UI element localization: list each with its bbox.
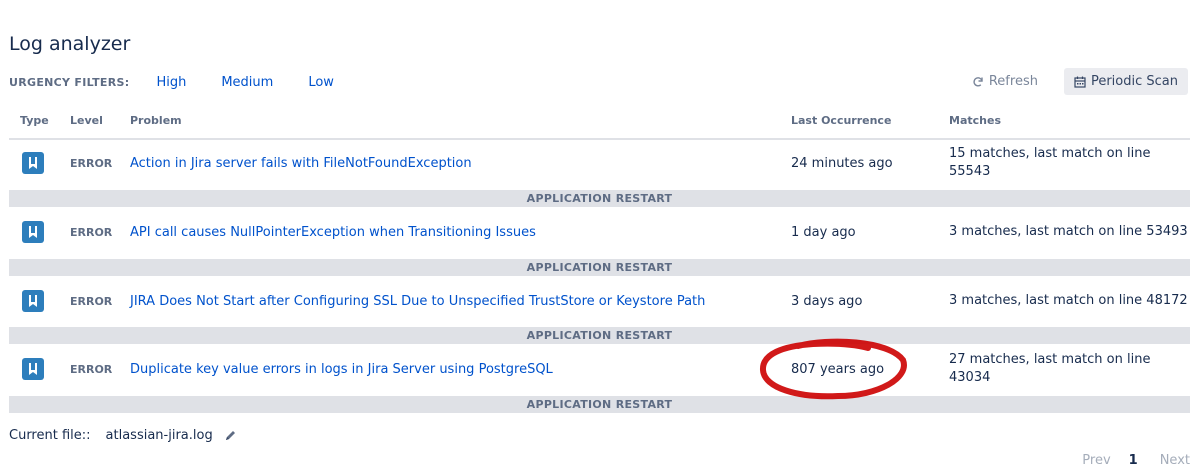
matches-info: 15 matches, last match on line 55543 (949, 146, 1151, 179)
current-file: Current file:: atlassian-jira.log (9, 428, 237, 443)
knowledge-base-icon (22, 206, 44, 258)
level-badge: ERROR (70, 294, 113, 308)
prev-page-button[interactable]: Prev (1082, 453, 1110, 468)
col-matches: Matches (949, 114, 1001, 127)
knowledge-base-icon (22, 137, 44, 189)
page-title: Log analyzer (9, 33, 131, 55)
filter-low[interactable]: Low (308, 75, 334, 90)
problem-link[interactable]: Action in Jira server fails with FileNot… (130, 137, 472, 189)
matches-info: 3 matches, last match on line 53493 (949, 224, 1188, 239)
level-badge: ERROR (70, 362, 113, 376)
table-row: ERROR Action in Jira server fails with F… (9, 137, 1190, 189)
level-badge: ERROR (70, 225, 113, 239)
refresh-label: Refresh (988, 74, 1038, 89)
application-restart-divider: APPLICATION RESTART (9, 396, 1190, 413)
col-level: Level (70, 114, 103, 127)
problem-link[interactable]: Duplicate key value errors in logs in Ji… (130, 343, 553, 395)
application-restart-divider: APPLICATION RESTART (9, 259, 1190, 276)
calendar-icon (1074, 76, 1086, 88)
annotation-circle (760, 338, 907, 400)
knowledge-base-icon (22, 275, 44, 327)
pencil-icon[interactable] (224, 429, 237, 442)
application-restart-divider: APPLICATION RESTART (9, 190, 1190, 207)
problem-link[interactable]: JIRA Does Not Start after Configuring SS… (130, 275, 705, 327)
urgency-filters-label: URGENCY FILTERS: (9, 75, 130, 89)
current-file-name: atlassian-jira.log (105, 428, 213, 443)
current-page[interactable]: 1 (1129, 453, 1138, 468)
col-problem: Problem (130, 114, 182, 127)
filter-medium[interactable]: Medium (221, 75, 273, 90)
toolbar-actions: Refresh Periodic Scan (962, 68, 1188, 95)
problem-link[interactable]: API call causes NullPointerException whe… (130, 206, 536, 258)
pagination: Prev 1 Next (1082, 453, 1190, 468)
col-type: Type (20, 114, 49, 127)
application-restart-divider: APPLICATION RESTART (9, 327, 1190, 344)
urgency-filters: URGENCY FILTERS: High Medium Low (9, 72, 334, 92)
table-row: ERROR JIRA Does Not Start after Configur… (9, 275, 1190, 327)
periodic-scan-button[interactable]: Periodic Scan (1063, 68, 1188, 95)
matches-info: 3 matches, last match on line 48172 (949, 293, 1188, 308)
last-occurrence: 1 day ago (791, 224, 856, 240)
current-file-label: Current file:: (9, 428, 91, 443)
last-occurrence: 3 days ago (791, 293, 863, 309)
matches-info: 27 matches, last match on line 43034 (949, 352, 1151, 385)
refresh-icon (973, 76, 983, 87)
col-last-occurrence: Last Occurrence (791, 114, 892, 127)
last-occurrence: 24 minutes ago (791, 155, 893, 171)
table-header: Type Level Problem Last Occurrence Match… (9, 112, 1190, 140)
refresh-button[interactable]: Refresh (962, 68, 1048, 95)
table-row: ERROR API call causes NullPointerExcepti… (9, 206, 1190, 258)
periodic-scan-label: Periodic Scan (1090, 74, 1178, 89)
level-badge: ERROR (70, 156, 113, 170)
filter-high[interactable]: High (156, 75, 186, 90)
knowledge-base-icon (22, 343, 44, 395)
next-page-button[interactable]: Next (1160, 453, 1190, 468)
table-row: ERROR Duplicate key value errors in logs… (9, 343, 1190, 395)
